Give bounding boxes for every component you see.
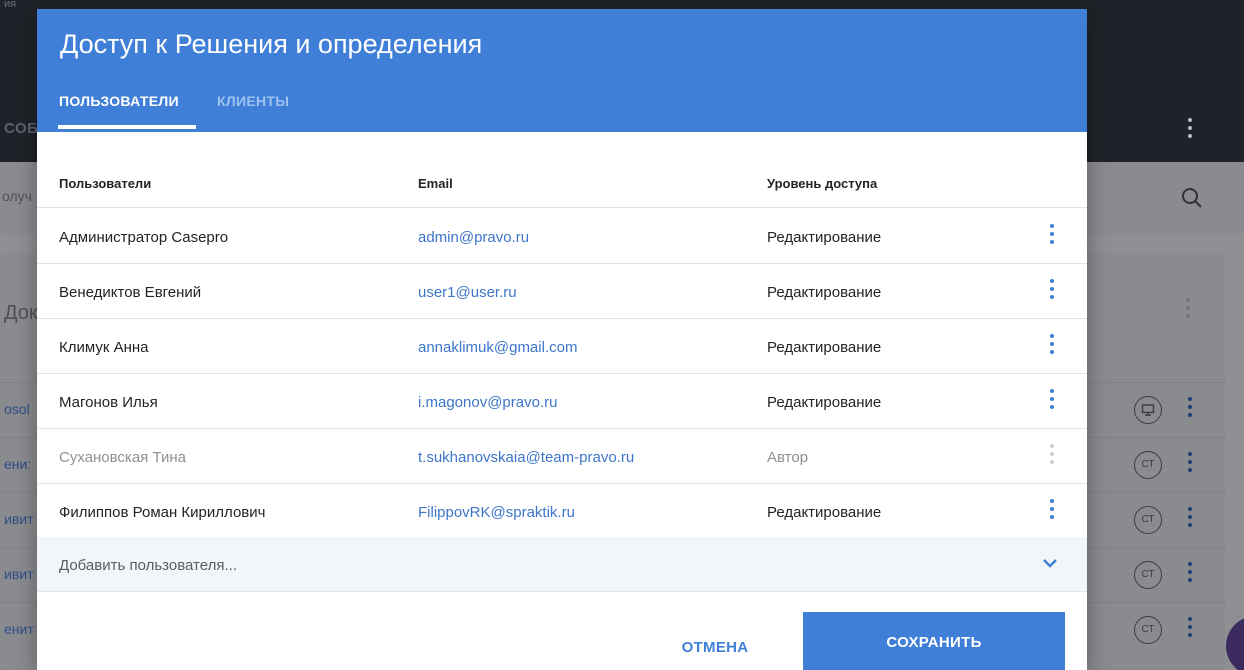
active-tab-indicator	[58, 125, 196, 129]
more-vert-icon[interactable]	[1046, 499, 1058, 523]
list-item-link: енит	[4, 621, 34, 637]
list-item-link: ени:	[4, 456, 32, 472]
user-name: Магонов Илья	[59, 394, 158, 411]
table-row: Венедиктов Евгений user1@user.ru Редакти…	[37, 264, 1087, 319]
access-level: Автор	[767, 449, 809, 466]
user-email[interactable]: i.magonov@pravo.ru	[418, 394, 557, 411]
list-item-link: ивит	[4, 566, 34, 582]
user-email[interactable]: user1@user.ru	[418, 284, 517, 301]
status-badge: СТ	[1134, 561, 1162, 589]
topbar-caption: ия	[4, 0, 17, 10]
cancel-button[interactable]: ОТМЕНА	[657, 623, 773, 670]
more-vert-icon[interactable]	[1046, 334, 1058, 358]
tab-clients[interactable]: КЛИЕНТЫ	[217, 93, 289, 109]
card-title-fragment: Док	[4, 302, 38, 324]
dialog-title: Доступ к Решения и определения	[60, 29, 483, 59]
user-name: Венедиктов Евгений	[59, 284, 202, 301]
column-header-users: Пользователи	[59, 176, 152, 191]
topbar-tab-fragment: СОБ	[4, 120, 39, 137]
column-header-email: Email	[418, 176, 453, 191]
list-item-link: ивит	[4, 511, 34, 527]
add-user-input[interactable]	[59, 555, 959, 575]
more-vert-icon	[1188, 507, 1192, 531]
add-user-row[interactable]	[37, 537, 1087, 592]
chevron-down-icon[interactable]	[1042, 557, 1058, 569]
user-email[interactable]: FilippovRK@spraktik.ru	[418, 504, 575, 521]
search-icon	[1182, 188, 1202, 208]
status-badge: СТ	[1134, 506, 1162, 534]
more-vert-icon	[1188, 617, 1192, 641]
dialog-header: Доступ к Решения и определения ПОЛЬЗОВАТ…	[37, 9, 1087, 132]
access-level: Редактирование	[767, 339, 882, 356]
status-badge: СТ	[1134, 451, 1162, 479]
more-vert-icon	[1188, 562, 1192, 586]
table-row: Климук Анна annaklimuk@gmail.com Редакти…	[37, 319, 1087, 374]
search-text-fragment: олуч	[2, 188, 32, 204]
user-name: Администратор Casepro	[59, 229, 229, 246]
user-email[interactable]: admin@pravo.ru	[418, 229, 529, 246]
save-button[interactable]: СОХРАНИТЬ	[803, 612, 1065, 670]
table-row: Администратор Casepro admin@pravo.ru Ред…	[37, 209, 1087, 264]
list-item-link: osol	[4, 401, 30, 417]
table-row: Филиппов Роман Кириллович FilippovRK@spr…	[37, 484, 1087, 539]
more-vert-icon[interactable]	[1046, 389, 1058, 413]
more-vert-icon	[1188, 452, 1192, 476]
user-name: Климук Анна	[59, 339, 149, 356]
user-name: Сухановская Тина	[59, 449, 186, 466]
table-header: Пользователи Email Уровень доступа	[37, 152, 1087, 208]
table-row: Сухановская Тина t.sukhanovskaia@team-pr…	[37, 429, 1087, 484]
access-dialog: Доступ к Решения и определения ПОЛЬЗОВАТ…	[37, 9, 1087, 670]
more-vert-icon	[1184, 118, 1196, 146]
access-level: Редактирование	[767, 229, 882, 246]
more-vert-icon	[1188, 397, 1192, 421]
tab-users[interactable]: ПОЛЬЗОВАТЕЛИ	[59, 93, 179, 109]
monitor-icon	[1134, 396, 1162, 424]
more-vert-icon[interactable]	[1046, 279, 1058, 303]
more-vert-icon	[1186, 298, 1190, 322]
column-header-access-level: Уровень доступа	[767, 176, 878, 191]
more-vert-icon	[1046, 444, 1058, 468]
access-level: Редактирование	[767, 504, 882, 521]
access-level: Редактирование	[767, 284, 882, 301]
access-level: Редактирование	[767, 394, 882, 411]
more-vert-icon[interactable]	[1046, 224, 1058, 248]
user-name: Филиппов Роман Кириллович	[59, 504, 266, 521]
user-email[interactable]: annaklimuk@gmail.com	[418, 339, 577, 356]
status-badge: СТ	[1134, 616, 1162, 644]
user-email[interactable]: t.sukhanovskaia@team-pravo.ru	[418, 449, 634, 466]
table-row: Магонов Илья i.magonov@pravo.ru Редактир…	[37, 374, 1087, 429]
